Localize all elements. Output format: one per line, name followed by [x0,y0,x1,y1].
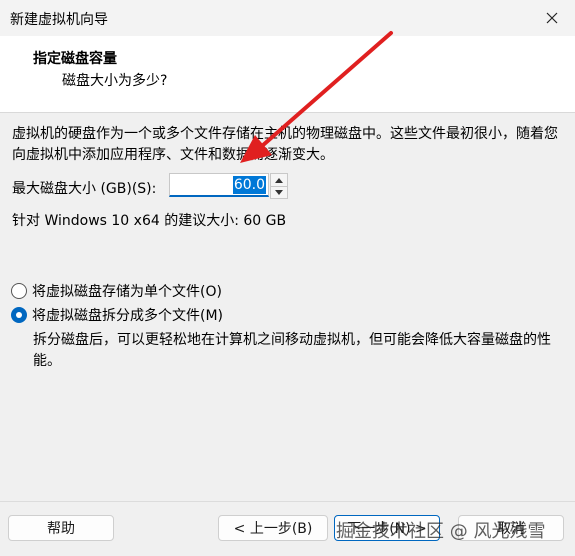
chevron-down-icon [275,190,283,195]
page-subtitle: 磁盘大小为多少? [62,73,168,89]
disk-size-input[interactable]: 60.0 [169,173,269,197]
window-title: 新建虚拟机向导 [10,12,108,28]
cancel-button[interactable]: 取消 [458,515,564,541]
radio-multi-label: 将虚拟磁盘拆分成多个文件(M) [32,308,224,324]
radio-button-icon[interactable] [11,307,27,323]
recommended-size: 针对 Windows 10 x64 的建议大小: 60 GB [12,213,287,229]
help-button[interactable]: 帮助 [8,515,114,541]
footer-divider [0,501,575,502]
back-button[interactable]: < 上一步(B) [218,515,328,541]
radio-single-file[interactable]: 将虚拟磁盘存储为单个文件(O) [11,281,222,301]
radio-single-label: 将虚拟磁盘存储为单个文件(O) [32,284,222,300]
close-button[interactable] [529,0,575,36]
disk-size-spinner[interactable] [270,173,288,199]
disk-size-label: 最大磁盘大小 (GB)(S): [12,181,157,197]
wizard-header: 指定磁盘容量 磁盘大小为多少? [0,36,575,113]
disk-size-value: 60.0 [232,175,266,194]
radio-multiple-files[interactable]: 将虚拟磁盘拆分成多个文件(M) [11,305,223,325]
next-button[interactable]: 下一步(N) > [334,515,440,541]
disk-description: 虚拟机的硬盘作为一个或多个文件存储在主机的物理磁盘中。这些文件最初很小，随着您向… [12,126,558,163]
spin-down-button[interactable] [271,186,287,198]
page-title: 指定磁盘容量 [33,51,117,67]
close-icon [546,12,558,24]
spin-up-button[interactable] [271,174,287,186]
split-description: 拆分磁盘后，可以更轻松地在计算机之间移动虚拟机，但可能会降低大容量磁盘的性能。 [33,332,551,369]
chevron-up-icon [275,177,283,183]
radio-button-icon[interactable] [11,283,27,299]
title-bar: 新建虚拟机向导 [0,0,575,36]
